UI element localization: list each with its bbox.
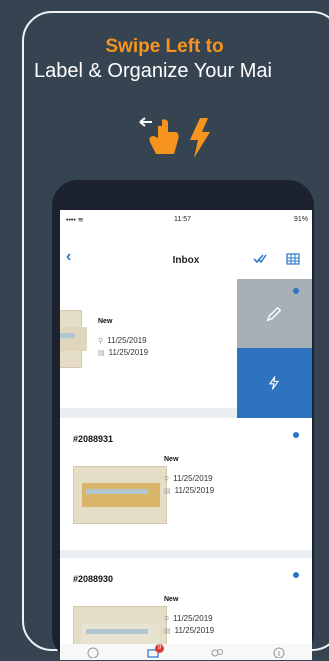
tab-bar: 9 bbox=[60, 644, 312, 660]
status-badge: New bbox=[164, 456, 179, 463]
status-badge: New bbox=[164, 596, 179, 603]
mail-thumbnail bbox=[73, 466, 167, 524]
list-item[interactable]: New ⚲ 11/25/2019 ▤ 11/25/2019 bbox=[60, 280, 237, 408]
inbox-badge: 9 bbox=[155, 644, 164, 653]
location-pin-icon: ⚲ bbox=[164, 616, 170, 623]
swipe-action-quick[interactable] bbox=[237, 348, 312, 418]
scanned-date: ▤ 11/25/2019 bbox=[98, 348, 149, 357]
received-date: ⚲ 11/25/2019 bbox=[164, 474, 213, 483]
double-check-icon[interactable] bbox=[253, 252, 267, 266]
received-date: ⚲ 11/25/2019 bbox=[98, 336, 147, 345]
tab-compass-icon[interactable] bbox=[86, 646, 100, 658]
mail-id: #2088931 bbox=[73, 434, 114, 444]
scanned-date: ▤ 11/25/2019 bbox=[164, 626, 215, 635]
location-pin-icon: ⚲ bbox=[98, 338, 104, 345]
received-date: ⚲ 11/25/2019 bbox=[164, 614, 213, 623]
list-item[interactable]: #2088931 New ⚲ 11/25/2019 ▤ 11/25/2019 bbox=[60, 418, 312, 550]
page-title: Inbox bbox=[172, 255, 200, 266]
scanned-date: ▤ 11/25/2019 bbox=[164, 486, 215, 495]
mail-thumbnail bbox=[60, 310, 87, 368]
list-item[interactable]: #2088930 New ⚲ 11/25/2019 ▤ 11/25/2019 bbox=[60, 558, 312, 660]
swipe-gesture-illustration bbox=[139, 117, 210, 158]
unread-dot bbox=[293, 572, 299, 578]
swipe-action-edit[interactable] bbox=[237, 279, 312, 348]
promo-subline: Label & Organize Your Mai bbox=[34, 60, 272, 82]
inbox-navbar: ‹ Inbox bbox=[60, 232, 312, 281]
scan-icon: ▤ bbox=[98, 350, 105, 357]
lightning-icon bbox=[268, 376, 280, 390]
status-bar: •••• ≋ 11:57 91% bbox=[60, 210, 312, 232]
battery-level: 91% bbox=[293, 216, 308, 223]
pencil-icon bbox=[266, 306, 282, 322]
promo-headline: Swipe Left to bbox=[105, 36, 224, 57]
tab-users-icon[interactable] bbox=[210, 646, 224, 658]
unread-dot bbox=[293, 432, 299, 438]
swipe-left-hand-icon bbox=[139, 117, 179, 154]
scan-icon: ▤ bbox=[164, 628, 171, 635]
unread-dot bbox=[293, 288, 299, 294]
phone-screen: •••• ≋ 11:57 91% ‹ Inbox New ⚲ 11/25/2019… bbox=[60, 210, 312, 660]
location-pin-icon: ⚲ bbox=[164, 476, 170, 483]
status-badge: New bbox=[98, 318, 113, 325]
grid-view-icon[interactable] bbox=[286, 252, 300, 266]
scan-icon: ▤ bbox=[164, 488, 171, 495]
mail-id: #2088930 bbox=[73, 574, 114, 584]
status-time: 11:57 bbox=[174, 216, 191, 223]
signal-indicator: •••• ≋ bbox=[66, 217, 84, 224]
lightning-icon bbox=[190, 118, 210, 158]
tab-info-icon[interactable] bbox=[272, 646, 286, 658]
